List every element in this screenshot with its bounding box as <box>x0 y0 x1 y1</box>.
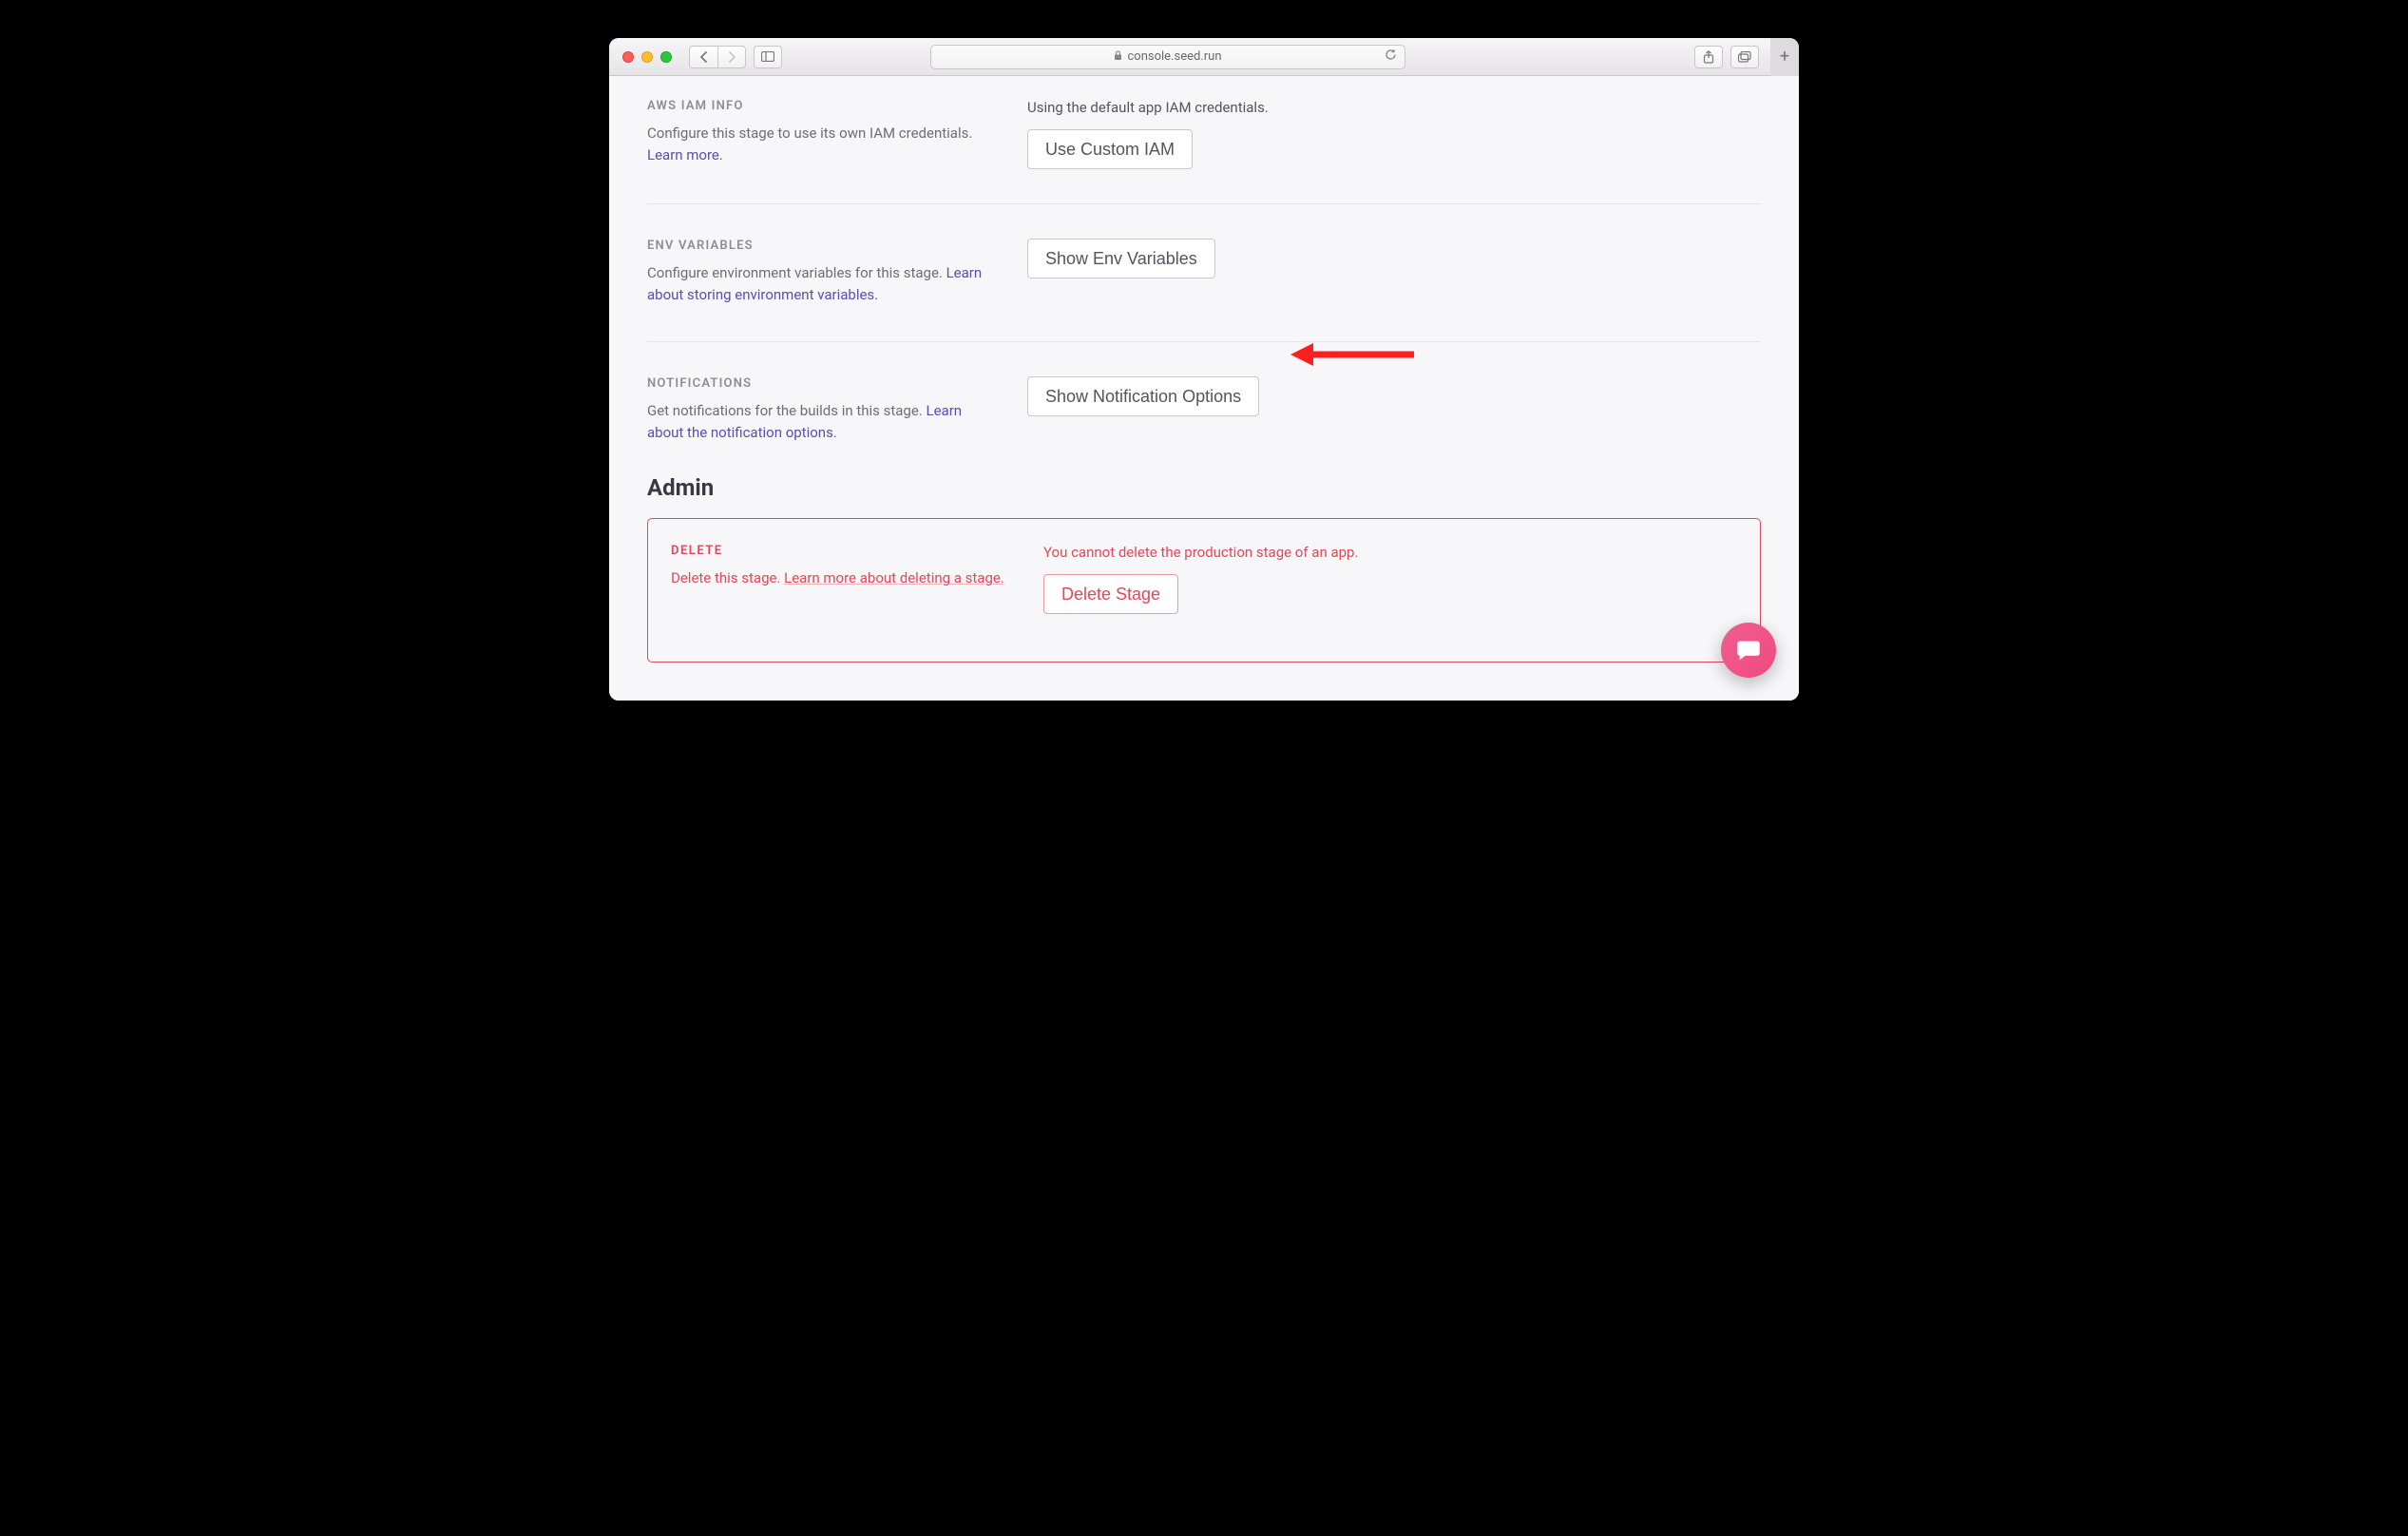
section-iam: AWS IAM INFO Configure this stage to use… <box>647 76 1761 204</box>
minimize-window-icon[interactable] <box>641 51 653 63</box>
notif-desc: Get notifications for the builds in this… <box>647 400 999 445</box>
close-window-icon[interactable] <box>622 51 634 63</box>
iam-desc: Configure this stage to use its own IAM … <box>647 123 999 167</box>
nav-buttons <box>689 46 746 68</box>
maximize-window-icon[interactable] <box>660 51 672 63</box>
section-notifications: NOTIFICATIONS Get notifications for the … <box>647 342 1761 462</box>
reload-icon[interactable] <box>1385 48 1397 65</box>
browser-window: console.seed.run + AWS IAM INFO Configur… <box>609 38 1799 701</box>
iam-status-text: Using the default app IAM credentials. <box>1027 99 1761 116</box>
new-tab-button[interactable]: + <box>1770 38 1799 76</box>
page-content: AWS IAM INFO Configure this stage to use… <box>609 76 1799 701</box>
delete-stage-button[interactable]: Delete Stage <box>1043 574 1178 614</box>
browser-toolbar: console.seed.run + <box>609 38 1799 76</box>
delete-desc-text: Delete this stage. <box>671 569 784 586</box>
forward-button[interactable] <box>717 46 746 68</box>
toolbar-right: + <box>1694 38 1789 76</box>
sidebar-toggle-button[interactable] <box>754 46 782 68</box>
url-host: console.seed.run <box>1127 49 1221 64</box>
show-env-variables-button[interactable]: Show Env Variables <box>1027 239 1215 278</box>
iam-title: AWS IAM INFO <box>647 99 999 113</box>
window-controls <box>622 51 672 63</box>
notif-desc-text: Get notifications for the builds in this… <box>647 402 927 419</box>
tabs-button[interactable] <box>1730 46 1759 68</box>
use-custom-iam-button[interactable]: Use Custom IAM <box>1027 129 1193 169</box>
admin-heading: Admin <box>647 474 1761 501</box>
chat-widget-button[interactable] <box>1721 623 1776 678</box>
delete-warning: You cannot delete the production stage o… <box>1043 544 1737 561</box>
delete-title: DELETE <box>671 544 1015 558</box>
chat-icon <box>1735 637 1762 663</box>
share-button[interactable] <box>1694 46 1723 68</box>
lock-icon <box>1114 50 1122 64</box>
delete-learn-more-link[interactable]: Learn more about deleting a stage. <box>784 569 1004 586</box>
env-desc: Configure environment variables for this… <box>647 262 999 307</box>
section-env: ENV VARIABLES Configure environment vari… <box>647 204 1761 342</box>
env-title: ENV VARIABLES <box>647 239 999 253</box>
back-button[interactable] <box>689 46 717 68</box>
show-notification-options-button[interactable]: Show Notification Options <box>1027 376 1259 416</box>
env-desc-text: Configure environment variables for this… <box>647 264 946 281</box>
delete-panel: DELETE Delete this stage. Learn more abo… <box>647 518 1761 662</box>
notif-title: NOTIFICATIONS <box>647 376 999 391</box>
address-bar[interactable]: console.seed.run <box>930 45 1405 69</box>
iam-learn-more-link[interactable]: Learn more. <box>647 146 723 163</box>
iam-desc-text: Configure this stage to use its own IAM … <box>647 125 972 142</box>
delete-desc: Delete this stage. Learn more about dele… <box>671 567 1015 589</box>
